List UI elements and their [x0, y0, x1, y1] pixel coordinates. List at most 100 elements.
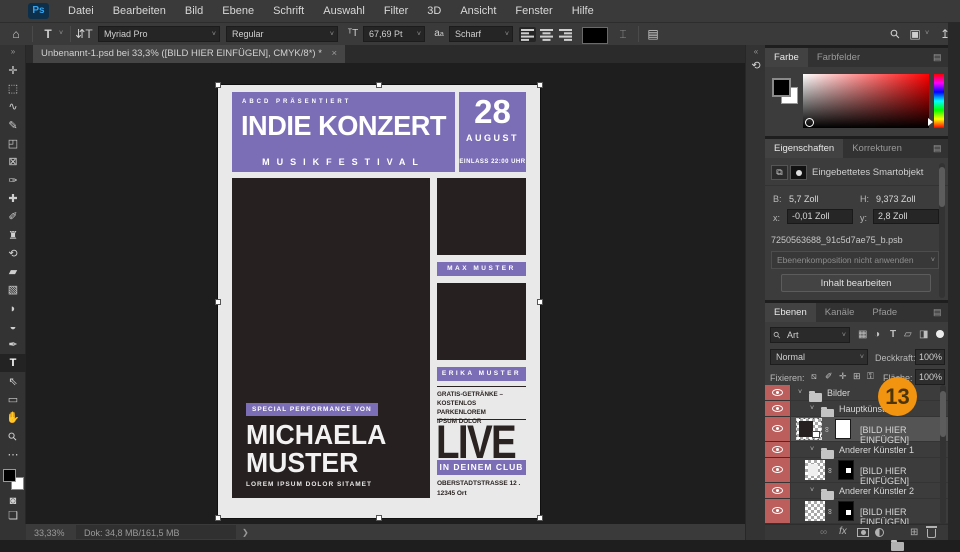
- layer-name[interactable]: Anderer Künstler 2: [839, 486, 914, 496]
- foreground-background-colors[interactable]: [3, 469, 24, 490]
- filter-pixel-layers-icon[interactable]: ▦: [858, 329, 867, 340]
- frame-tool[interactable]: ⊠: [0, 153, 26, 171]
- tab-kanaele[interactable]: Kanäle: [816, 303, 864, 322]
- align-center-icon[interactable]: [538, 27, 555, 42]
- filter-smart-objects-icon[interactable]: ◨: [919, 329, 928, 340]
- filter-adjustment-layers-icon[interactable]: ◑: [874, 329, 880, 340]
- new-group-icon[interactable]: [891, 540, 904, 551]
- edit-contents-button[interactable]: Inhalt bearbeiten: [781, 274, 931, 292]
- add-mask-icon[interactable]: [857, 528, 869, 537]
- delete-layer-icon[interactable]: [926, 526, 937, 538]
- group-arrow-icon[interactable]: ˅: [810, 487, 814, 494]
- search-icon[interactable]: ⚲: [881, 20, 909, 48]
- text-color-swatch[interactable]: [582, 27, 608, 44]
- foreground-color-swatch[interactable]: [772, 78, 791, 97]
- dodge-tool[interactable]: ◒: [0, 318, 26, 336]
- lock-pixels-icon[interactable]: ✐: [825, 371, 833, 382]
- panel-menu-icon[interactable]: ▤: [933, 144, 943, 153]
- layer-visibility-cell[interactable]: [765, 385, 791, 400]
- x-position-input[interactable]: -0,01 Zoll: [787, 209, 853, 224]
- transform-handle[interactable]: [537, 299, 543, 305]
- eye-icon[interactable]: [772, 486, 783, 494]
- clone-stamp-tool[interactable]: ♜: [0, 227, 26, 245]
- tab-farbfelder[interactable]: Farbfelder: [808, 48, 869, 67]
- align-left-icon[interactable]: [519, 27, 536, 42]
- menu-datei[interactable]: Datei: [68, 5, 94, 17]
- transform-handle[interactable]: [215, 82, 221, 88]
- layer-visibility-cell[interactable]: [765, 483, 791, 498]
- menu-schrift[interactable]: Schrift: [273, 5, 304, 17]
- hue-slider-pointer[interactable]: [928, 118, 933, 126]
- layer-visibility-cell[interactable]: [765, 401, 791, 416]
- home-icon[interactable]: ⌂: [4, 23, 28, 45]
- scrollbar[interactable]: [940, 385, 946, 524]
- align-right-icon[interactable]: [557, 27, 574, 42]
- lasso-tool[interactable]: ∿: [0, 98, 26, 116]
- eraser-tool[interactable]: ▰: [0, 263, 26, 281]
- eye-icon[interactable]: [772, 507, 783, 514]
- menu-fenster[interactable]: Fenster: [515, 5, 552, 17]
- panel-color-swatches[interactable]: [772, 78, 798, 104]
- lock-all-icon[interactable]: ⚿: [867, 371, 874, 382]
- menu-ebene[interactable]: Ebene: [222, 5, 254, 17]
- toolbar-expand-icon[interactable]: »: [0, 45, 26, 59]
- layer-thumbnail[interactable]: [805, 460, 825, 480]
- path-selection-tool[interactable]: ⇖: [0, 373, 26, 391]
- mask-link-icon[interactable]: ∞: [825, 509, 834, 515]
- crop-tool[interactable]: ◰: [0, 135, 26, 153]
- layer-thumbnail[interactable]: [796, 418, 822, 440]
- eye-icon[interactable]: [772, 388, 783, 396]
- healing-brush-tool[interactable]: ✚: [0, 190, 26, 208]
- adjustment-layer-icon[interactable]: [875, 528, 884, 537]
- tab-korrekturen[interactable]: Korrekturen: [843, 139, 911, 158]
- filter-toggle-icon[interactable]: [936, 330, 944, 338]
- layer-row-smart-object[interactable]: ∞ [BILD HIER EINFÜGEN]: [765, 499, 948, 527]
- collapse-panels-icon[interactable]: «: [746, 47, 766, 56]
- menu-auswahl[interactable]: Auswahl: [323, 5, 365, 17]
- hue-slider[interactable]: [934, 74, 944, 128]
- panel-menu-icon[interactable]: ▤: [933, 308, 943, 317]
- blur-tool[interactable]: ◗: [0, 300, 26, 318]
- layer-visibility-cell[interactable]: [765, 499, 791, 523]
- layer-visibility-cell[interactable]: [765, 458, 791, 482]
- chevron-down-icon[interactable]: ˅: [922, 23, 932, 45]
- layer-thumbnail[interactable]: [805, 501, 825, 521]
- mask-link-icon[interactable]: ∞: [822, 427, 831, 433]
- tab-pfade[interactable]: Pfade: [863, 303, 906, 322]
- layer-style-icon[interactable]: fx: [839, 526, 847, 537]
- document-tab[interactable]: Unbenannt-1.psd bei 33,3% ([BILD HIER EI…: [33, 45, 346, 63]
- warp-text-icon[interactable]: ⌶: [614, 23, 632, 45]
- transform-handle[interactable]: [215, 299, 221, 305]
- blend-mode-select[interactable]: Normal ˅: [770, 349, 868, 365]
- edit-toolbar-icon[interactable]: ⋯: [0, 446, 26, 464]
- panel-menu-icon[interactable]: ▤: [933, 53, 943, 62]
- font-size-select[interactable]: 67,69 Pt ˅: [363, 26, 425, 42]
- tool-preset-chevron-icon[interactable]: ˅: [56, 23, 66, 45]
- eye-icon[interactable]: [772, 425, 783, 432]
- marquee-tool[interactable]: ⬚: [0, 80, 26, 98]
- layer-row-smart-object[interactable]: ∞ [BILD HIER EINFÜGEN]: [765, 458, 948, 486]
- text-orientation-icon[interactable]: ⇵T: [74, 23, 94, 45]
- lock-artboard-icon[interactable]: ⊞: [853, 371, 861, 382]
- transform-handle[interactable]: [376, 515, 382, 521]
- status-chevron-icon[interactable]: ❯: [242, 528, 249, 537]
- layer-row-hauptkuenstler[interactable]: ˅ Hauptkünstler: [765, 401, 948, 418]
- font-family-select[interactable]: Myriad Pro ˅: [98, 26, 220, 42]
- transform-handle[interactable]: [376, 82, 382, 88]
- quick-selection-tool[interactable]: ✎: [0, 117, 26, 135]
- menu-hilfe[interactable]: Hilfe: [572, 5, 594, 17]
- layer-filter-select[interactable]: ⚲ Art ˅: [770, 327, 850, 343]
- layer-row-anderer-kuenstler-2[interactable]: ˅ Anderer Künstler 2: [765, 483, 948, 500]
- history-brush-tool[interactable]: ⟲: [0, 245, 26, 263]
- opacity-select[interactable]: 100%: [915, 349, 945, 365]
- gradient-tool[interactable]: ▧: [0, 281, 26, 299]
- group-arrow-icon[interactable]: ˅: [798, 389, 802, 396]
- new-layer-icon[interactable]: ⊞: [910, 527, 918, 538]
- layer-mask-thumbnail[interactable]: [838, 501, 854, 521]
- tab-farbe[interactable]: Farbe: [765, 48, 808, 67]
- foreground-color-swatch[interactable]: [3, 469, 16, 482]
- transform-handle[interactable]: [215, 515, 221, 521]
- layer-visibility-cell[interactable]: [765, 417, 791, 441]
- menu-ansicht[interactable]: Ansicht: [460, 5, 496, 17]
- eye-icon[interactable]: [772, 445, 783, 453]
